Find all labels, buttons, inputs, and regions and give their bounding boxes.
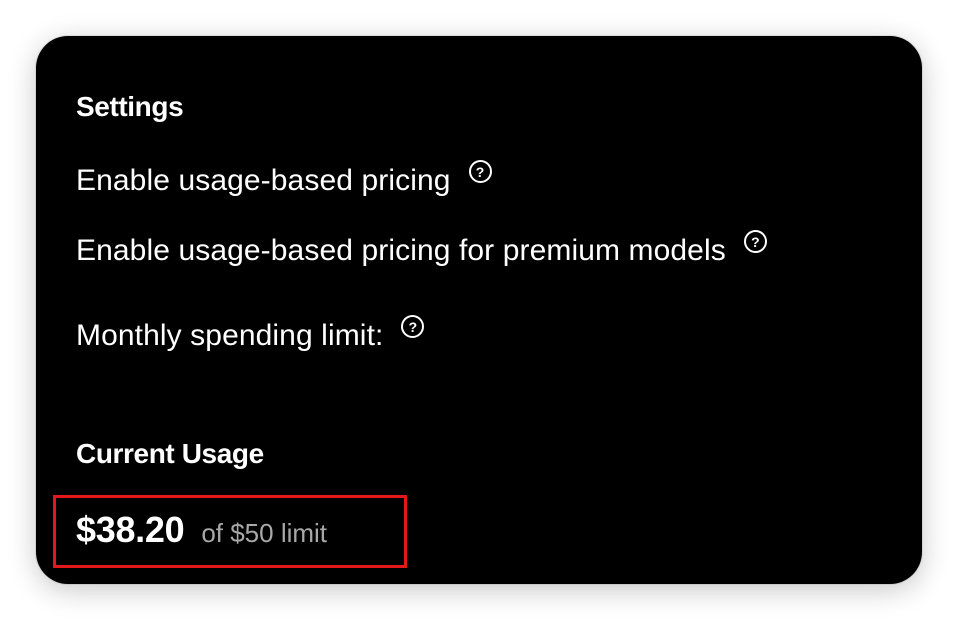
help-icon[interactable]: ? bbox=[468, 160, 492, 183]
settings-card: Settings Enable usage-based pricing ? En… bbox=[36, 36, 922, 584]
setting-row-usage-based-pricing-premium: Enable usage-based pricing for premium m… bbox=[76, 230, 767, 267]
setting-row-usage-based-pricing: Enable usage-based pricing ? bbox=[76, 160, 492, 197]
setting-label-monthly-spending-limit: Monthly spending limit: bbox=[76, 319, 384, 352]
setting-row-monthly-spending-limit: Monthly spending limit: ? bbox=[76, 315, 425, 352]
setting-label-usage-based-pricing-premium: Enable usage-based pricing for premium m… bbox=[76, 234, 726, 267]
current-usage-heading: Current Usage bbox=[76, 438, 264, 469]
help-icon[interactable]: ? bbox=[743, 230, 767, 253]
usage-limit-text: of $50 limit bbox=[201, 518, 328, 548]
setting-label-usage-based-pricing: Enable usage-based pricing bbox=[76, 164, 451, 197]
settings-heading: Settings bbox=[76, 91, 184, 122]
usage-amount-row: $38.20 of $50 limit bbox=[76, 512, 327, 548]
help-icon[interactable]: ? bbox=[401, 315, 425, 338]
page: Settings Enable usage-based pricing ? En… bbox=[0, 0, 958, 620]
usage-amount: $38.20 bbox=[76, 509, 185, 550]
